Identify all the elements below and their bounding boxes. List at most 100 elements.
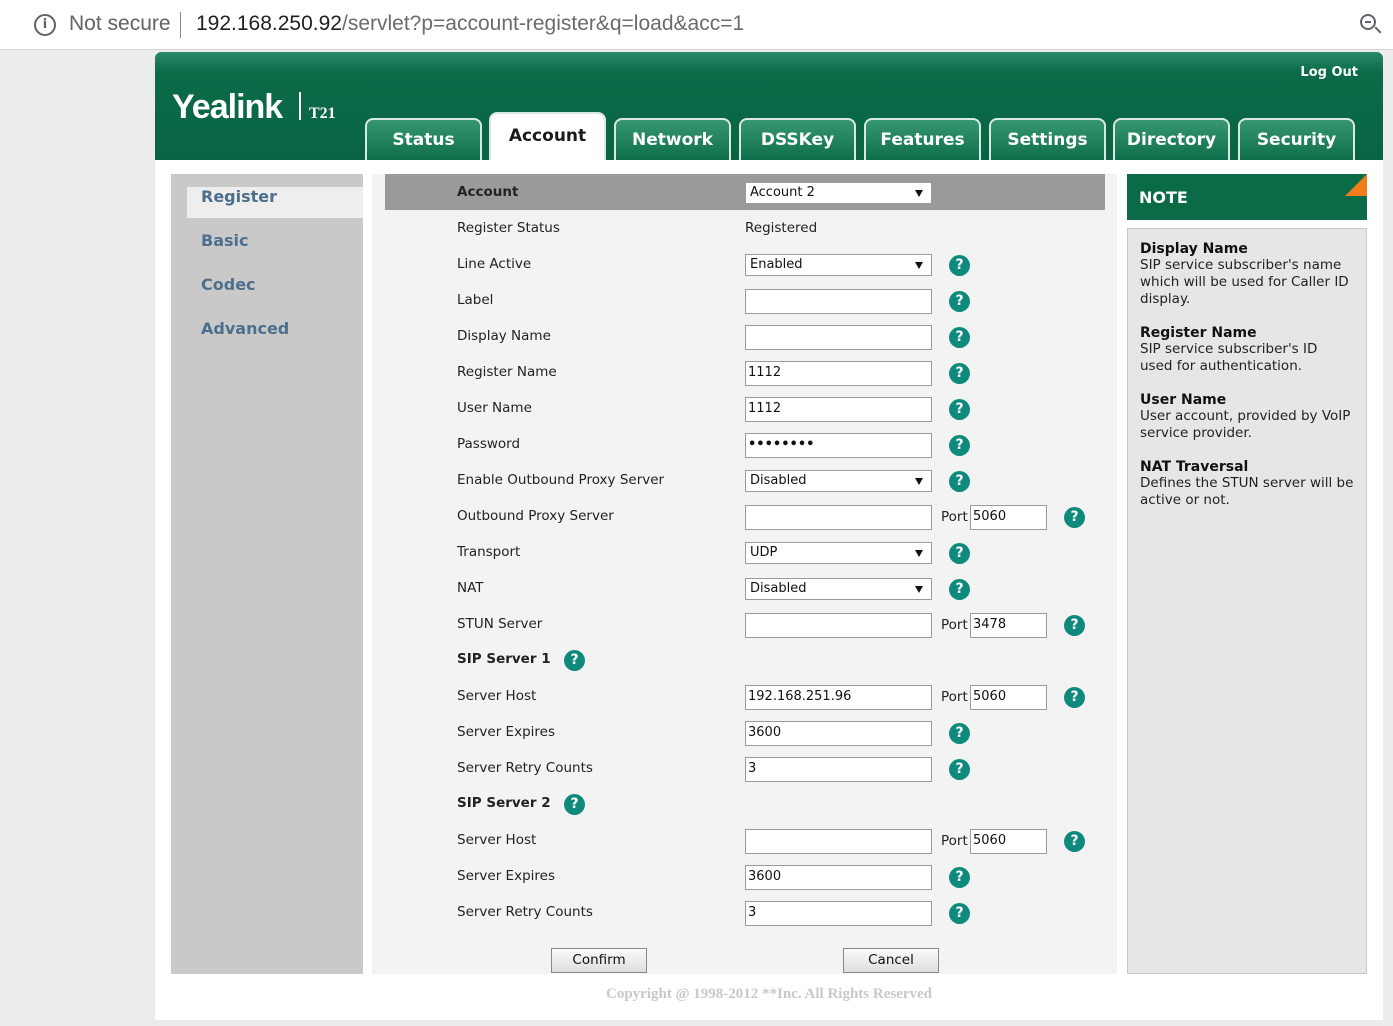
sip1-port-input[interactable]: 5060: [970, 685, 1047, 710]
help-icon[interactable]: ?: [949, 327, 970, 348]
tab-status[interactable]: Status: [365, 118, 482, 160]
sip1-expires-input[interactable]: 3600: [745, 721, 932, 746]
help-icon[interactable]: ?: [949, 543, 970, 564]
help-icon[interactable]: ?: [1064, 615, 1085, 636]
sip1-retry-input[interactable]: 3: [745, 757, 932, 782]
stun-server-label: STUN Server: [457, 616, 543, 632]
stun-server-input[interactable]: [745, 613, 932, 638]
port-label: Port: [941, 833, 968, 849]
password-input[interactable]: ••••••••: [745, 433, 932, 458]
help-icon[interactable]: ?: [949, 435, 970, 456]
help-icon[interactable]: ?: [949, 579, 970, 600]
port-label: Port: [941, 689, 968, 705]
display-name-input[interactable]: [745, 325, 932, 350]
display-name-label: Display Name: [457, 328, 551, 344]
nat-select[interactable]: Disabled: [745, 578, 932, 600]
sip2-expires-label: Server Expires: [457, 868, 555, 884]
sip1-host-input[interactable]: 192.168.251.96: [745, 685, 932, 710]
help-icon[interactable]: ?: [949, 867, 970, 888]
line-active-value: Enabled: [750, 257, 803, 272]
register-name-input[interactable]: 1112: [745, 361, 932, 386]
tab-directory[interactable]: Directory: [1113, 118, 1230, 160]
logout-link[interactable]: Log Out: [1300, 65, 1358, 80]
corner-fold-icon: [1345, 174, 1367, 196]
note-item-text: SIP service subscriber's ID used for aut…: [1140, 341, 1318, 374]
user-name-label: User Name: [457, 400, 532, 416]
dropdown-arrow-icon: [915, 262, 923, 269]
help-icon[interactable]: ?: [949, 723, 970, 744]
outbound-proxy-enable-label: Enable Outbound Proxy Server: [457, 472, 665, 488]
sidebar-item-register[interactable]: Register: [187, 187, 363, 218]
outbound-proxy-label: Outbound Proxy Server: [457, 508, 614, 524]
url-field[interactable]: 192.168.250.92/servlet?p=account-registe…: [196, 12, 744, 36]
port-label: Port: [941, 509, 968, 525]
line-active-select[interactable]: Enabled: [745, 254, 932, 276]
sip2-expires-input[interactable]: 3600: [745, 865, 932, 890]
dropdown-arrow-icon: [915, 550, 923, 557]
stun-port-input[interactable]: 3478: [970, 613, 1047, 638]
cancel-button[interactable]: Cancel: [843, 948, 939, 973]
help-icon[interactable]: ?: [949, 291, 970, 312]
help-icon[interactable]: ?: [564, 794, 585, 815]
help-icon[interactable]: ?: [949, 399, 970, 420]
port-label: Port: [941, 617, 968, 633]
help-icon[interactable]: ?: [949, 903, 970, 924]
tab-dsskey[interactable]: DSSKey: [739, 118, 856, 160]
copyright-footer: Copyright @ 1998-2012 **Inc. All Rights …: [605, 986, 933, 1002]
help-icon[interactable]: ?: [1064, 831, 1085, 852]
sip1-retry-label: Server Retry Counts: [457, 760, 593, 776]
tab-account[interactable]: Account: [489, 112, 606, 160]
brand-logo: Yealink: [172, 88, 283, 126]
sip2-retry-input[interactable]: 3: [745, 901, 932, 926]
sidebar: Register Basic Codec Advanced: [171, 174, 363, 974]
help-icon[interactable]: ?: [949, 471, 970, 492]
help-icon[interactable]: ?: [949, 363, 970, 384]
browser-address-bar: i Not secure 192.168.250.92/servlet?p=ac…: [0, 0, 1393, 50]
security-indicator[interactable]: Not secure: [69, 12, 171, 36]
confirm-button[interactable]: Confirm: [551, 948, 647, 973]
help-icon[interactable]: ?: [564, 650, 585, 671]
register-form: Account Account 2 Register Status Regist…: [372, 174, 1117, 974]
note-item-title: NAT Traversal: [1140, 459, 1249, 475]
zoom-out-icon[interactable]: [1360, 14, 1376, 30]
register-status-label: Register Status: [457, 220, 560, 236]
register-name-label: Register Name: [457, 364, 557, 380]
url-host: 192.168.250.92: [196, 12, 342, 35]
help-icon[interactable]: ?: [1064, 507, 1085, 528]
sip-server-2-heading: SIP Server 2: [457, 795, 551, 811]
tab-settings[interactable]: Settings: [989, 118, 1106, 160]
outbound-proxy-enable-select[interactable]: Disabled: [745, 470, 932, 492]
sidebar-item-advanced[interactable]: Advanced: [187, 319, 363, 350]
dropdown-arrow-icon: [915, 190, 923, 197]
web-admin-page: Yealink T21 Log Out Status Account Netwo…: [155, 52, 1383, 1020]
account-label: Account: [457, 184, 519, 200]
help-icon[interactable]: ?: [1064, 687, 1085, 708]
register-status-value: Registered: [745, 220, 818, 236]
note-item-text: SIP service subscriber's name which will…: [1140, 257, 1349, 307]
note-title: NOTE: [1127, 174, 1367, 220]
dropdown-arrow-icon: [915, 478, 923, 485]
note-item-title: Register Name: [1140, 325, 1257, 341]
header: Yealink T21 Log Out Status Account Netwo…: [155, 52, 1383, 160]
user-name-input[interactable]: 1112: [745, 397, 932, 422]
transport-value: UDP: [750, 545, 778, 560]
tab-features[interactable]: Features: [864, 118, 981, 160]
transport-select[interactable]: UDP: [745, 542, 932, 564]
outbound-proxy-input[interactable]: [745, 505, 932, 530]
sidebar-item-codec[interactable]: Codec: [187, 275, 363, 306]
sip2-port-input[interactable]: 5060: [970, 829, 1047, 854]
note-item-text: User account, provided by VoIP service p…: [1140, 408, 1351, 441]
outbound-proxy-port-input[interactable]: 5060: [970, 505, 1047, 530]
logo-divider: [299, 92, 301, 120]
url-path: /servlet?p=account-register&q=load&acc=1: [341, 12, 745, 35]
tab-security[interactable]: Security: [1238, 118, 1355, 160]
note-item: Display Name SIP service subscriber's na…: [1140, 241, 1354, 308]
sip2-host-input[interactable]: [745, 829, 932, 854]
info-icon[interactable]: i: [34, 14, 56, 36]
help-icon[interactable]: ?: [949, 759, 970, 780]
sidebar-item-basic[interactable]: Basic: [187, 231, 363, 262]
tab-network[interactable]: Network: [614, 118, 731, 160]
account-select[interactable]: Account 2: [745, 182, 932, 204]
help-icon[interactable]: ?: [949, 255, 970, 276]
label-input[interactable]: [745, 289, 932, 314]
